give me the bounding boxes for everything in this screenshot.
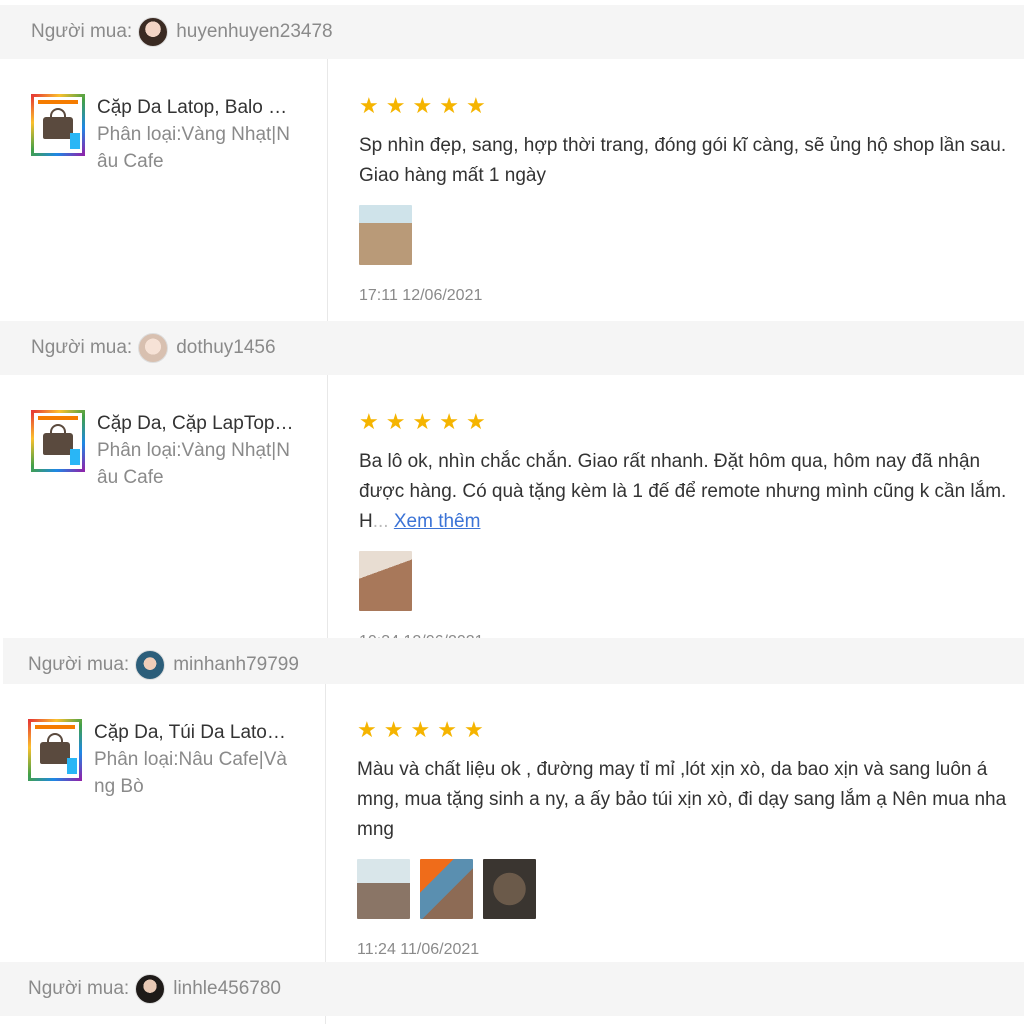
product-name[interactable]: Cặp Da, Cặp LapTop, B...	[97, 410, 297, 437]
rating-stars: ★ ★ ★ ★ ★	[357, 719, 1024, 741]
avatar[interactable]	[138, 17, 169, 47]
product-info[interactable]: Cặp Da Latop, Balo Cô... Phân loại:Vàng …	[31, 94, 297, 175]
product-name[interactable]: Cặp Da Latop, Balo Cô...	[97, 94, 297, 121]
review-timestamp: 11:24 11/06/2021	[357, 941, 480, 958]
star-icon: ★	[383, 717, 404, 742]
review-item: Cặp Da, Túi Da Latop, T... Phân loại:Nâu…	[0, 684, 1024, 962]
star-icon: ★	[385, 409, 406, 434]
product-name[interactable]: Cặp Da, Túi Da Latop, T...	[94, 719, 294, 746]
review-item	[0, 1016, 1024, 1024]
column-divider	[327, 375, 328, 638]
avatar[interactable]	[135, 650, 166, 680]
rating-stars: ★ ★ ★ ★ ★	[359, 95, 1024, 117]
star-icon: ★	[463, 717, 484, 742]
column-divider	[325, 1016, 326, 1024]
review-item: Cặp Da Latop, Balo Cô... Phân loại:Vàng …	[0, 59, 1024, 321]
buyer-bar: Người mua: linhle456780	[0, 962, 1024, 1016]
buyer-label: Người mua:	[31, 337, 133, 358]
column-divider	[327, 59, 328, 321]
review-comment: Màu và chất liệu ok , đường may tỉ mỉ ,l…	[357, 759, 1007, 840]
review-content: ★ ★ ★ ★ ★ Sp nhìn đẹp, sang, hợp thời tr…	[359, 95, 1024, 305]
star-icon: ★	[359, 409, 379, 434]
review-item: Cặp Da, Cặp LapTop, B... Phân loại:Vàng …	[0, 375, 1024, 650]
review-content: ★ ★ ★ ★ ★ Ba lô ok, nhìn chắc chắn. Giao…	[359, 411, 1024, 651]
product-variant: Phân loại:Nâu Cafe|Vàng Bò	[94, 749, 287, 797]
username[interactable]: dothuy1456	[176, 337, 275, 359]
buyer-bar: Người mua: huyenhuyen23478	[0, 5, 1024, 59]
star-icon: ★	[412, 409, 433, 434]
buyer-bar: Người mua: dothuy1456	[0, 321, 1024, 375]
review-timestamp: 17:11 12/06/2021	[359, 287, 483, 304]
review-photos	[359, 551, 1024, 611]
star-icon: ★	[465, 93, 486, 118]
rating-stars: ★ ★ ★ ★ ★	[359, 411, 1024, 433]
review-content: ★ ★ ★ ★ ★ Màu và chất liệu ok , đường ma…	[357, 719, 1024, 959]
username[interactable]: minhanh79799	[173, 654, 299, 676]
buyer-label: Người mua:	[28, 978, 130, 999]
star-icon: ★	[385, 93, 406, 118]
product-variant: Phân loại:Vàng Nhạt|Nâu Cafe	[97, 124, 290, 172]
buyer-label: Người mua:	[28, 654, 130, 675]
column-divider	[325, 684, 326, 962]
see-more-link[interactable]: Xem thêm	[394, 511, 481, 532]
product-thumbnail[interactable]	[31, 94, 85, 156]
star-icon: ★	[359, 93, 379, 118]
review-comment: Ba lô ok, nhìn chắc chắn. Giao rất nhanh…	[359, 447, 1024, 537]
star-icon: ★	[412, 93, 433, 118]
review-photo[interactable]	[359, 205, 412, 265]
review-photo[interactable]	[483, 859, 536, 919]
star-icon: ★	[410, 717, 431, 742]
star-icon: ★	[437, 717, 457, 742]
review-photos	[357, 859, 1024, 919]
star-icon: ★	[439, 409, 459, 434]
review-photo[interactable]	[359, 551, 412, 611]
avatar[interactable]	[138, 333, 169, 363]
username[interactable]: linhle456780	[173, 978, 281, 1000]
product-info[interactable]: Cặp Da, Cặp LapTop, B... Phân loại:Vàng …	[31, 410, 297, 491]
comment-ellipsis: ...	[372, 511, 389, 532]
review-photo[interactable]	[420, 859, 473, 919]
review-photos	[359, 205, 1024, 265]
star-icon: ★	[357, 717, 377, 742]
username[interactable]: huyenhuyen23478	[176, 21, 332, 43]
review-photo[interactable]	[357, 859, 410, 919]
product-thumbnail[interactable]	[31, 410, 85, 472]
star-icon: ★	[439, 93, 459, 118]
product-variant: Phân loại:Vàng Nhạt|Nâu Cafe	[97, 440, 290, 488]
product-thumbnail[interactable]	[28, 719, 82, 781]
star-icon: ★	[465, 409, 486, 434]
product-info[interactable]: Cặp Da, Túi Da Latop, T... Phân loại:Nâu…	[28, 719, 294, 800]
review-comment: Sp nhìn đẹp, sang, hợp thời trang, đóng …	[359, 135, 1007, 186]
buyer-label: Người mua:	[31, 21, 133, 42]
avatar[interactable]	[135, 974, 166, 1004]
